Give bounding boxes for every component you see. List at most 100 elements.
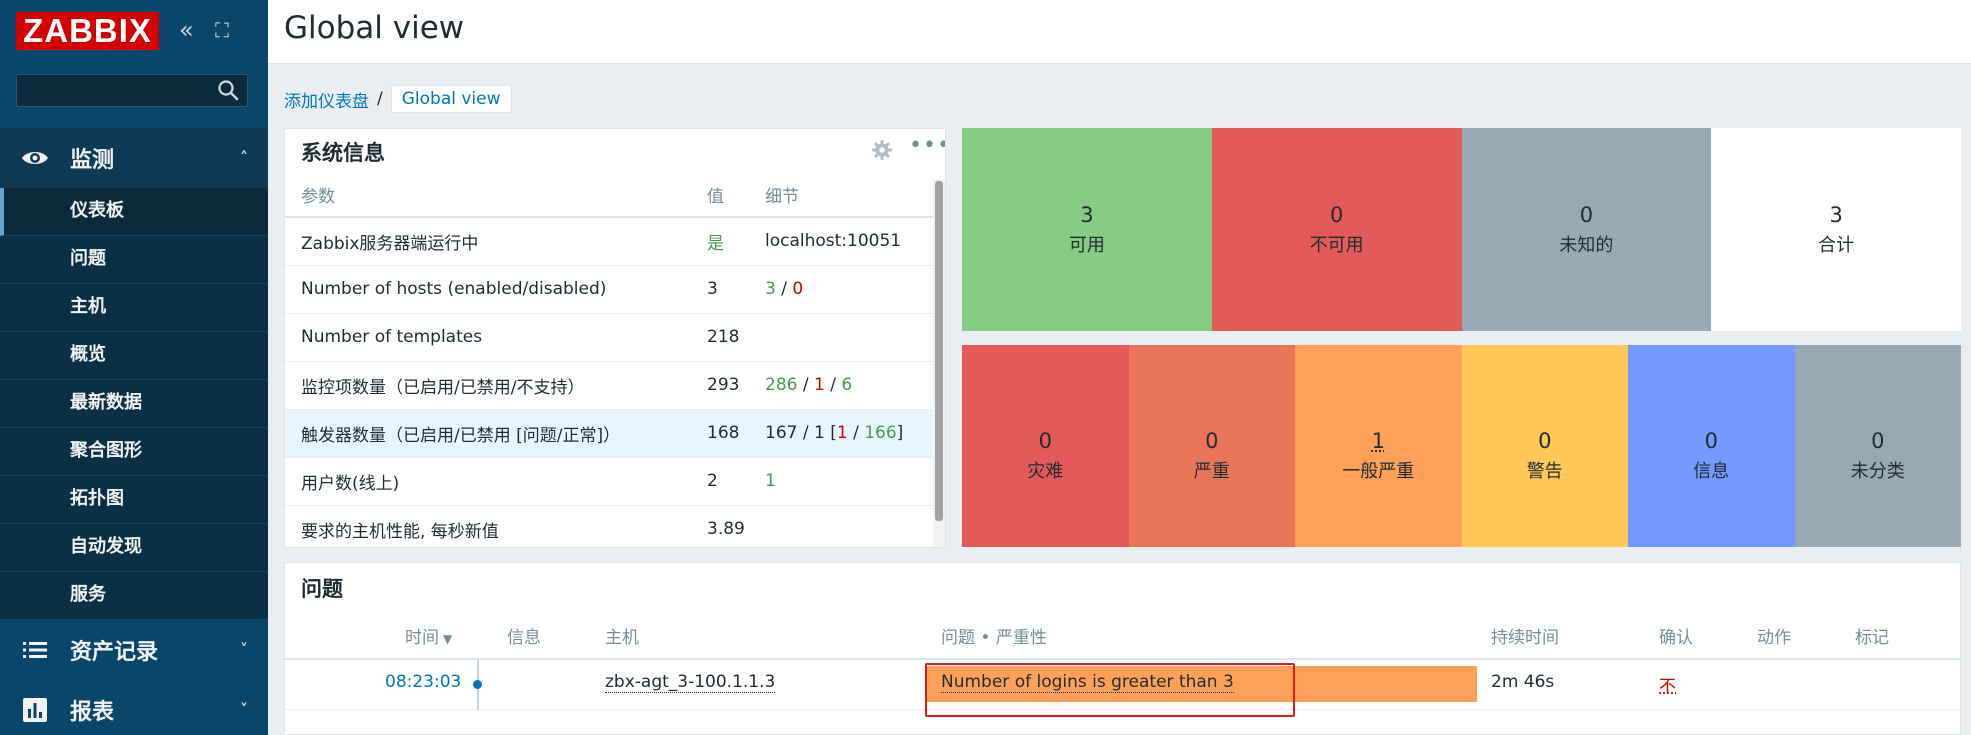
menu-item-screens[interactable]: 聚合图形: [0, 428, 268, 476]
tile-count: 0: [1538, 429, 1552, 453]
menu-item-discovery[interactable]: 自动发现: [0, 524, 268, 572]
collapse-sidebar-icon[interactable]: «: [179, 15, 194, 45]
menu-section-label: 资产记录: [70, 640, 159, 665]
separator: /: [847, 423, 865, 443]
param-cell: 触发器数量（已启用/已禁用 [问题/正常]）: [285, 409, 707, 458]
availability-tile-unknown[interactable]: 0 未知的: [1461, 128, 1712, 331]
main-menu: 监测 ˄ 仪表板 问题 主机 概览 最新数据 聚合图形 拓扑图 自动发现 服务 …: [0, 128, 268, 735]
more-options-icon[interactable]: •••: [909, 133, 945, 158]
breadcrumb-current[interactable]: Global view: [390, 85, 512, 113]
severity-tile-information[interactable]: 0 信息: [1628, 345, 1795, 547]
tile-label: 警告: [1526, 461, 1563, 482]
detail-cell: localhost:10051: [765, 217, 933, 266]
param-cell: 要求的主机性能, 每秒新值: [285, 505, 707, 547]
widget-title: 问题: [301, 577, 343, 601]
menu-section-reports[interactable]: 报表 ˅: [0, 680, 268, 735]
problem-time-link[interactable]: 08:23:03: [385, 672, 461, 692]
menu-item-overview[interactable]: 概览: [0, 332, 268, 380]
table-row: 监控项数量（已启用/已禁用/不支持） 293 286 / 1 / 6: [285, 361, 933, 410]
severity-tile-high[interactable]: 0 严重: [1128, 345, 1295, 547]
menu-item-services[interactable]: 服务: [0, 572, 268, 620]
tile-label: 未知的: [1559, 234, 1614, 256]
ok-count: 166: [864, 423, 897, 443]
value-cell: 3.89: [707, 505, 765, 547]
value-cell: 293: [707, 361, 765, 410]
availability-tile-unavailable[interactable]: 0 不可用: [1211, 128, 1462, 331]
column-header-duration: 持续时间: [1491, 628, 1559, 648]
eye-icon: [22, 152, 48, 164]
sort-desc-icon: ▼: [443, 632, 453, 646]
severity-tile-average[interactable]: 1 一般严重: [1295, 345, 1462, 547]
column-header-host[interactable]: 主机: [605, 623, 639, 648]
menu-item-maps[interactable]: 拓扑图: [0, 476, 268, 524]
annotation-highlight-box: [925, 663, 1295, 717]
enabled-count: 3: [765, 279, 776, 299]
detail-suffix: ]: [896, 423, 904, 443]
menu-section-inventory[interactable]: 资产记录 ˅: [0, 620, 268, 680]
table-row: Number of templates 218: [285, 313, 933, 362]
sidebar-search-input[interactable]: [16, 74, 248, 107]
severity-tile-disaster[interactable]: 0 灾难: [962, 345, 1129, 547]
list-icon: [23, 642, 47, 658]
breadcrumb: 添加仪表盘 / Global view: [284, 84, 512, 114]
column-header-actions: 动作: [1757, 628, 1791, 648]
kiosk-mode-icon[interactable]: ⛶: [215, 15, 229, 45]
menu-item-dashboard[interactable]: 仪表板: [0, 188, 268, 236]
severity-tile-not-classified[interactable]: 0 未分类: [1794, 345, 1961, 547]
availability-tile-total[interactable]: 3 合计: [1711, 128, 1961, 331]
column-header: 参数: [285, 173, 707, 218]
column-header-problem[interactable]: 问题 • 严重性: [941, 623, 1047, 648]
tile-count: 3: [1829, 202, 1843, 227]
tile-label: 信息: [1693, 461, 1730, 482]
system-info-table: 参数 值 细节 Zabbix服务器端运行中 是 localhost:10051 …: [285, 173, 933, 547]
table-row: Number of hosts (enabled/disabled) 3 3 /…: [285, 265, 933, 314]
tile-label: 可用: [1068, 234, 1105, 256]
breadcrumb-parent-link[interactable]: 添加仪表盘: [284, 87, 369, 112]
table-header-row: 参数 值 细节: [285, 173, 933, 218]
detail-cell: 1: [765, 457, 933, 506]
gear-icon[interactable]: [871, 139, 893, 161]
tile-count[interactable]: 1: [1372, 429, 1385, 453]
availability-tile-available[interactable]: 3 可用: [962, 128, 1212, 331]
param-cell: Number of hosts (enabled/disabled): [285, 265, 707, 314]
logo-row: ZABBIX « ⛶: [16, 12, 256, 50]
bar-chart-icon: [23, 698, 47, 722]
system-info-widget: 系统信息 ••• 参数 值 细节 Zabbix服务器端运行中 是 localho…: [284, 128, 946, 548]
column-header-time[interactable]: 时间 ▼: [405, 623, 452, 648]
problem-count: 1: [836, 423, 848, 443]
problems-by-severity-widget: 0 灾难 0 严重 1 一般严重 0 警告 0 信息 0 未分类: [962, 345, 1961, 547]
severity-tile-warning[interactable]: 0 警告: [1461, 345, 1628, 547]
tile-count: 0: [1329, 202, 1344, 227]
problem-host-link[interactable]: zbx-agt_3-100.1.1.3: [605, 672, 776, 693]
value-cell: 218: [707, 313, 765, 362]
scrollbar-thumb[interactable]: [935, 181, 943, 521]
column-header-ack: 确认: [1659, 628, 1693, 648]
search-icon[interactable]: [217, 79, 239, 101]
chevron-down-icon: ˅: [240, 640, 248, 659]
value-cell: 168: [707, 409, 765, 458]
column-header: 细节: [765, 173, 933, 218]
tile-label: 严重: [1193, 461, 1230, 482]
tile-count: 0: [1038, 429, 1052, 453]
column-header: 值: [707, 173, 765, 218]
timeline-dot-icon: [473, 680, 482, 689]
column-header-info: 信息: [507, 628, 541, 648]
problem-ack-link[interactable]: 不: [1659, 672, 1676, 697]
menu-item-hosts[interactable]: 主机: [0, 284, 268, 332]
widget-title: 系统信息: [301, 141, 385, 165]
separator: /: [797, 375, 814, 395]
tile-count: 0: [1871, 429, 1885, 453]
detail-cell: 167 / 1 [1 / 166]: [765, 409, 933, 458]
menu-item-problems[interactable]: 问题: [0, 236, 268, 284]
menu-item-latest-data[interactable]: 最新数据: [0, 380, 268, 428]
menu-section-monitoring[interactable]: 监测 ˄: [0, 128, 268, 188]
detail-cell: [765, 505, 933, 547]
menu-section-label: 报表: [70, 700, 115, 725]
tile-label: 一般严重: [1342, 461, 1415, 482]
disabled-count: 0: [792, 279, 804, 299]
tile-label: 不可用: [1309, 234, 1364, 256]
zabbix-logo[interactable]: ZABBIX: [16, 12, 159, 50]
value-cell: 3: [707, 265, 765, 314]
separator: /: [775, 279, 793, 299]
chevron-down-icon: ˅: [240, 700, 248, 719]
